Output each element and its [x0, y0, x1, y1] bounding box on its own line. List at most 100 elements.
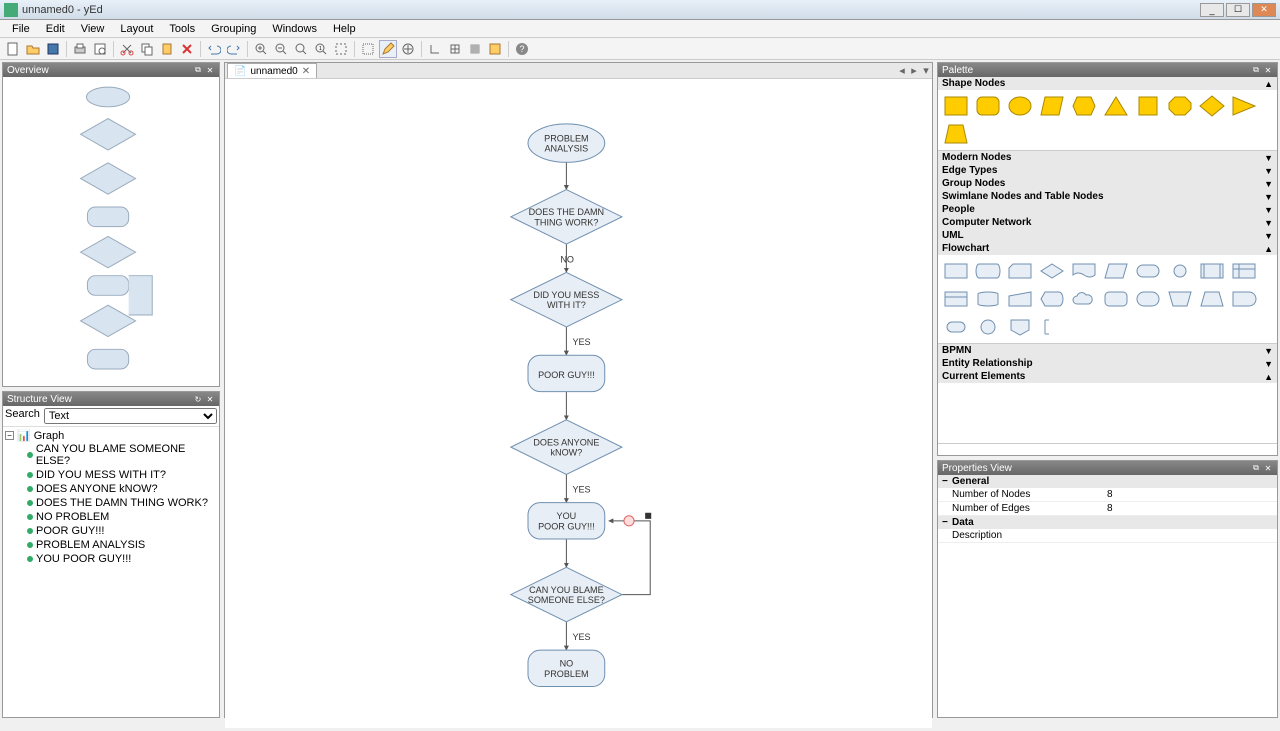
cut-button[interactable]: [118, 40, 136, 58]
flow-trap[interactable]: [1166, 287, 1194, 311]
search-mode-select[interactable]: Text: [44, 408, 217, 424]
grid-button[interactable]: [466, 40, 484, 58]
zoom-out-button[interactable]: [272, 40, 290, 58]
delete-button[interactable]: [178, 40, 196, 58]
maximize-button[interactable]: ☐: [1226, 3, 1250, 17]
flow-delay[interactable]: [1230, 287, 1258, 311]
shape-roundrect[interactable]: [974, 94, 1002, 118]
palette-detach-icon[interactable]: ⧉: [1251, 65, 1261, 75]
print-button[interactable]: [71, 40, 89, 58]
prev-view-button[interactable]: [486, 40, 504, 58]
flow-internal[interactable]: [1230, 259, 1258, 283]
shape-hexagon[interactable]: [1070, 94, 1098, 118]
flow-doc[interactable]: [1070, 259, 1098, 283]
palette-section-net[interactable]: Computer Network▼: [938, 216, 1277, 229]
edit-mode-button[interactable]: [379, 40, 397, 58]
flow-invtrap[interactable]: [1198, 287, 1226, 311]
shape-parallel[interactable]: [1038, 94, 1066, 118]
palette-section-edge[interactable]: Edge Types▼: [938, 164, 1277, 177]
menu-windows[interactable]: Windows: [264, 21, 325, 37]
tab-next-icon[interactable]: ▸: [908, 64, 920, 77]
flow-pill[interactable]: [942, 315, 970, 339]
structure-close-icon[interactable]: ✕: [205, 394, 215, 404]
tree-item[interactable]: PROBLEM ANALYSIS: [27, 538, 217, 552]
palette-section-people[interactable]: People▼: [938, 203, 1277, 216]
flow-parallel[interactable]: [1102, 259, 1130, 283]
tab-unnamed0[interactable]: 📄 unnamed0 ✕: [227, 63, 317, 78]
tree-item[interactable]: YOU POOR GUY!!!: [27, 552, 217, 566]
tree-item[interactable]: POOR GUY!!!: [27, 524, 217, 538]
tree-toggle-icon[interactable]: −: [5, 431, 14, 440]
tab-prev-icon[interactable]: ◂: [896, 64, 908, 77]
palette-section-swim[interactable]: Swimlane Nodes and Table Nodes▼: [938, 190, 1277, 203]
tree-item[interactable]: DOES THE DAMN THING WORK?: [27, 496, 217, 510]
flow-internal2[interactable]: [942, 287, 970, 311]
flow-predefined[interactable]: [1198, 259, 1226, 283]
undo-button[interactable]: [205, 40, 223, 58]
paste-button[interactable]: [158, 40, 176, 58]
prop-group-data[interactable]: −Data: [938, 516, 1277, 529]
tree-item[interactable]: DID YOU MESS WITH IT?: [27, 468, 217, 482]
tab-list-icon[interactable]: ▾: [920, 64, 932, 77]
shape-octagon[interactable]: [1166, 94, 1194, 118]
flow-display[interactable]: [1038, 287, 1066, 311]
flow-offpage[interactable]: [1006, 315, 1034, 339]
palette-section-modern[interactable]: Modern Nodes▼: [938, 151, 1277, 164]
menu-layout[interactable]: Layout: [112, 21, 161, 37]
overview-body[interactable]: [3, 77, 219, 386]
canvas[interactable]: NO YES YES YES PROBLEM ANALYSIS DOES THE…: [225, 79, 932, 728]
save-button[interactable]: [44, 40, 62, 58]
menu-tools[interactable]: Tools: [161, 21, 203, 37]
shape-rect[interactable]: [942, 94, 970, 118]
new-button[interactable]: [4, 40, 22, 58]
tree-item[interactable]: CAN YOU BLAME SOMEONE ELSE?: [27, 442, 217, 468]
zoom-100-button[interactable]: 1: [312, 40, 330, 58]
menu-view[interactable]: View: [73, 21, 113, 37]
flow-stadium[interactable]: [1134, 287, 1162, 311]
orth-edges-button[interactable]: [426, 40, 444, 58]
minimize-button[interactable]: _: [1200, 3, 1224, 17]
flow-decision[interactable]: [1038, 259, 1066, 283]
flow-card[interactable]: [1006, 259, 1034, 283]
flow-process[interactable]: [942, 259, 970, 283]
palette-section-flow[interactable]: Flowchart▲: [938, 242, 1277, 255]
flow-annotation[interactable]: [1038, 315, 1066, 339]
structure-refresh-icon[interactable]: ↻: [193, 394, 203, 404]
zoom-area-button[interactable]: [332, 40, 350, 58]
palette-section-bpmn[interactable]: BPMN▼: [938, 344, 1277, 357]
palette-section-uml[interactable]: UML▼: [938, 229, 1277, 242]
open-button[interactable]: [24, 40, 42, 58]
flow-terminator[interactable]: [1134, 259, 1162, 283]
overview-close-icon[interactable]: ✕: [205, 65, 215, 75]
zoom-in-button[interactable]: [252, 40, 270, 58]
shape-triangle[interactable]: [1102, 94, 1130, 118]
properties-detach-icon[interactable]: ⧉: [1251, 463, 1261, 473]
flow-connector[interactable]: [1166, 259, 1194, 283]
select-button[interactable]: [359, 40, 377, 58]
tree-item[interactable]: NO PROBLEM: [27, 510, 217, 524]
palette-section-shape[interactable]: Shape Nodes▲: [938, 77, 1277, 90]
snap-button[interactable]: [446, 40, 464, 58]
palette-close-icon[interactable]: ✕: [1263, 65, 1273, 75]
shape-trapezoid[interactable]: [942, 122, 970, 146]
flow-cloud[interactable]: [1070, 287, 1098, 311]
shape-triangle2[interactable]: [1230, 94, 1258, 118]
close-button[interactable]: ✕: [1252, 3, 1276, 17]
properties-close-icon[interactable]: ✕: [1263, 463, 1273, 473]
flow-input[interactable]: [1006, 287, 1034, 311]
shape-square[interactable]: [1134, 94, 1162, 118]
structure-tree[interactable]: − 📊 Graph CAN YOU BLAME SOMEONE ELSE? DI…: [3, 427, 219, 568]
palette-section-current[interactable]: Current Elements▲: [938, 370, 1277, 383]
flow-circle[interactable]: [974, 315, 1002, 339]
copy-button[interactable]: [138, 40, 156, 58]
menu-edit[interactable]: Edit: [38, 21, 73, 37]
flow-data[interactable]: [974, 259, 1002, 283]
flow-round[interactable]: [1102, 287, 1130, 311]
overview-detach-icon[interactable]: ⧉: [193, 65, 203, 75]
tab-close-icon[interactable]: ✕: [302, 66, 310, 77]
help-button[interactable]: ?: [513, 40, 531, 58]
palette-section-entity[interactable]: Entity Relationship▼: [938, 357, 1277, 370]
flow-db[interactable]: [974, 287, 1002, 311]
menu-grouping[interactable]: Grouping: [203, 21, 264, 37]
nav-mode-button[interactable]: [399, 40, 417, 58]
